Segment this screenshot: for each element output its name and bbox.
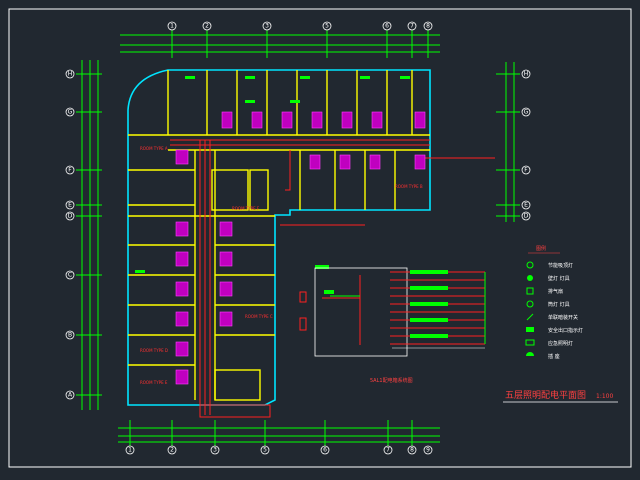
- legend-header: 图例: [536, 245, 546, 252]
- axis-label: F: [68, 167, 72, 174]
- axis-label: D: [68, 213, 73, 220]
- ceiling-lamp-icon: [526, 261, 534, 269]
- axis-label: 8: [410, 447, 414, 454]
- axis-label: 8: [426, 23, 430, 30]
- axis-label: C: [68, 272, 72, 279]
- socket-icon: [526, 352, 534, 356]
- axis-label: 5: [325, 23, 329, 30]
- axis-label: 3: [213, 447, 217, 454]
- legend-item: 插 座: [526, 352, 560, 360]
- exhaust-fan-icon: [526, 287, 534, 295]
- axis-label: 5: [263, 447, 267, 454]
- drawing-title: 五层照明配电平面图: [505, 389, 586, 401]
- room-type-label: ROOM TYPE B: [395, 184, 423, 189]
- legend-item: 应急照明灯: [525, 339, 573, 347]
- fixture-tags: [135, 76, 410, 273]
- lighting-circuits: [170, 139, 495, 418]
- left-axis-bubbles: H G F E D C B A: [65, 69, 75, 400]
- svg-text:插 座: 插 座: [548, 353, 560, 360]
- axis-label: H: [68, 71, 73, 78]
- svg-text:壁灯 灯具: 壁灯 灯具: [548, 275, 570, 282]
- left-dimension-chain: [76, 60, 102, 410]
- axis-label: H: [524, 71, 529, 78]
- axis-label: E: [524, 202, 528, 209]
- floor-plan-drawing: 1 2 3 5 6 7 8 1 2 3 5 6 7 8 9 H G F E D …: [8, 8, 632, 468]
- bottom-dimension-chain: [118, 420, 440, 446]
- axis-label: 2: [170, 447, 174, 454]
- right-dimension-chain: H G F E D: [496, 62, 531, 222]
- wall-lamp-icon: [527, 275, 533, 281]
- legend-item: 排气扇: [526, 287, 563, 295]
- top-axis-bubbles: 1 2 3 5 6 7 8: [167, 21, 433, 31]
- axis-label: 9: [426, 447, 430, 454]
- svg-text:单联暗装开关: 单联暗装开关: [548, 314, 578, 321]
- cad-drawing-viewport: 1 2 3 5 6 7 8 1 2 3 5 6 7 8 9 H G F E D …: [0, 0, 640, 480]
- room-type-label: ROOM TYPE F: [232, 206, 260, 211]
- axis-label: 7: [410, 23, 414, 30]
- axis-label: F: [524, 167, 528, 174]
- axis-label: 1: [170, 23, 174, 30]
- legend-item: 单联暗装开关: [526, 313, 578, 321]
- axis-label: G: [524, 109, 529, 116]
- axis-label: D: [524, 213, 529, 220]
- legend: 图例 节能吸顶灯 壁灯 灯具 排气扇 筒灯 灯具 单联暗装开关 安全出口指示灯: [525, 245, 583, 360]
- svg-text:应急照明灯: 应急照明灯: [548, 340, 573, 347]
- switch-icon: [526, 313, 534, 321]
- legend-item: 筒灯 灯具: [526, 300, 570, 308]
- top-dimension-chain: [120, 30, 440, 58]
- legend-item: 安全出口指示灯: [526, 327, 583, 334]
- building-exterior: [127, 69, 431, 406]
- svg-text:排气扇: 排气扇: [548, 288, 563, 295]
- downlight-icon: [526, 300, 534, 308]
- drawing-scale: 1:100: [596, 393, 613, 400]
- panel-diagram-caption: 5AL1配电箱系统图: [370, 377, 413, 384]
- axis-label: 1: [128, 447, 132, 454]
- legend-item: 壁灯 灯具: [527, 275, 570, 282]
- axis-label: 2: [205, 23, 209, 30]
- distribution-panel-diagram: 5AL1配电箱系统图: [299, 267, 486, 384]
- axis-label: 7: [386, 447, 390, 454]
- room-type-label: ROOM TYPE D: [140, 348, 168, 353]
- svg-text:筒灯 灯具: 筒灯 灯具: [548, 301, 570, 308]
- interior-walls: [128, 70, 430, 401]
- room-type-label: ROOM TYPE C: [245, 314, 273, 319]
- svg-text:节能吸顶灯: 节能吸顶灯: [548, 262, 573, 269]
- axis-label: G: [68, 109, 73, 116]
- axis-label: E: [68, 202, 72, 209]
- axis-label: 6: [323, 447, 327, 454]
- axis-label: 6: [385, 23, 389, 30]
- axis-label: 3: [265, 23, 269, 30]
- drawing-title-block: 五层照明配电平面图 1:100: [503, 389, 618, 403]
- exit-sign-icon: [526, 327, 534, 332]
- room-type-label: ROOM TYPE E: [140, 380, 168, 385]
- axis-label: B: [68, 332, 72, 339]
- emergency-light-icon: [525, 339, 535, 346]
- svg-text:安全出口指示灯: 安全出口指示灯: [548, 327, 583, 334]
- room-type-label: ROOM TYPE A: [140, 146, 168, 151]
- bottom-axis-bubbles: 1 2 3 5 6 7 8 9: [125, 445, 433, 455]
- legend-item: 节能吸顶灯: [526, 261, 573, 269]
